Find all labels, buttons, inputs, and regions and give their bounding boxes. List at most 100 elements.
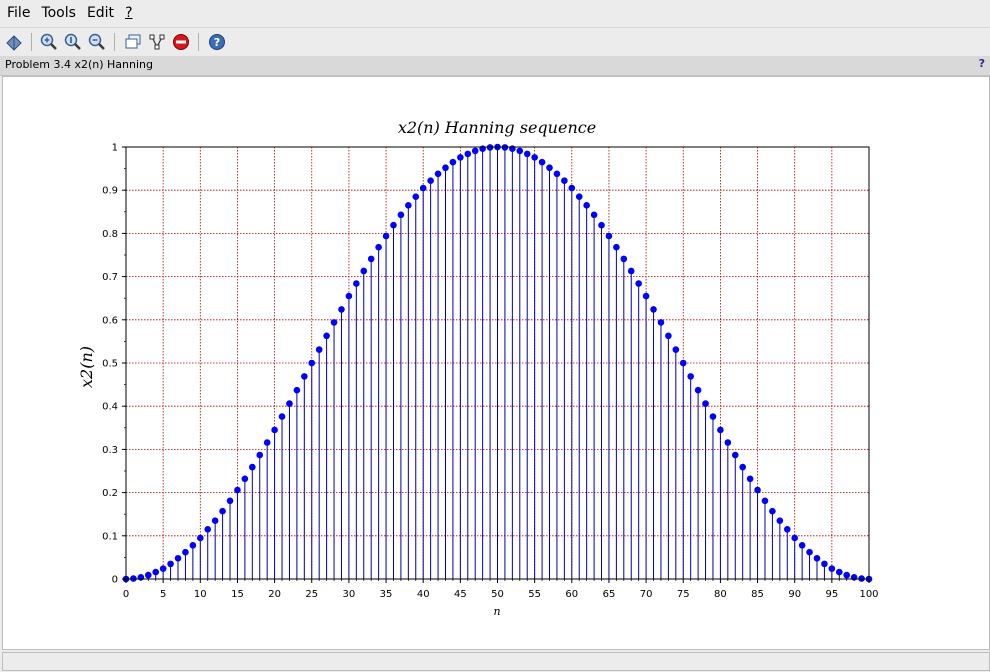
datatip-icon[interactable] xyxy=(122,31,144,53)
stem-marker xyxy=(449,158,457,166)
y-tick-label: 0.6 xyxy=(102,315,118,326)
x-tick-label: 20 xyxy=(268,589,281,600)
x-tick-label: 5 xyxy=(160,589,166,600)
stem-marker xyxy=(197,534,204,542)
stem-marker xyxy=(613,243,620,251)
stem-marker xyxy=(746,475,754,483)
rotate-icon[interactable] xyxy=(3,31,25,53)
x-tick-label: 50 xyxy=(491,589,504,600)
stem-marker xyxy=(405,202,412,209)
figure-title: Problem 3.4 x2(n) Hanning xyxy=(5,58,153,71)
stem-marker xyxy=(717,426,724,434)
stem-marker xyxy=(702,400,709,407)
stem-marker xyxy=(657,319,665,326)
stop-icon[interactable] xyxy=(170,31,192,53)
stem-marker xyxy=(382,232,390,240)
zoom-original-icon[interactable] xyxy=(62,31,84,53)
y-tick-label: 0.4 xyxy=(102,402,118,413)
stem-marker xyxy=(561,177,568,184)
stem-marker xyxy=(828,565,836,572)
stem-marker xyxy=(471,147,479,155)
stem-marker xyxy=(330,319,338,326)
stem-marker xyxy=(605,232,613,240)
stem-marker xyxy=(813,554,821,562)
stem-marker xyxy=(731,451,739,459)
stem-marker xyxy=(234,486,241,494)
info-help-button[interactable]: ? xyxy=(979,57,985,70)
y-tick-label: 0.8 xyxy=(102,229,118,240)
stem-marker xyxy=(301,373,308,380)
help-icon[interactable]: ? xyxy=(206,31,228,53)
toolbar-separator xyxy=(31,33,32,51)
x-tick-label: 25 xyxy=(305,589,318,600)
stem-marker xyxy=(687,373,694,380)
stem-marker xyxy=(650,306,657,313)
stem-marker xyxy=(672,346,680,353)
stem-marker xyxy=(375,243,382,251)
stem-marker xyxy=(769,507,776,515)
y-tick-label: 0.9 xyxy=(102,186,118,197)
y-tick-label: 0.3 xyxy=(102,445,118,456)
stem-marker xyxy=(323,332,330,340)
zoom-in-icon[interactable] xyxy=(38,31,60,53)
menu-tools[interactable]: Tools xyxy=(34,5,76,21)
stem-marker xyxy=(546,164,553,172)
stem-marker xyxy=(479,145,486,153)
menu-help[interactable]: ? xyxy=(118,5,132,21)
stem-marker xyxy=(553,170,561,178)
stem-marker xyxy=(412,193,420,200)
menu-file[interactable]: File xyxy=(0,5,30,21)
x-tick-label: 80 xyxy=(714,589,727,600)
stem-marker xyxy=(390,221,397,229)
stem-marker xyxy=(724,439,732,446)
stem-marker xyxy=(754,486,761,494)
stem-marker xyxy=(256,451,264,459)
zoom-out-icon[interactable] xyxy=(86,31,108,53)
stem-marker xyxy=(635,280,642,287)
stem-marker xyxy=(397,211,405,219)
stem-marker xyxy=(516,147,524,155)
x-tick-label: 15 xyxy=(231,589,244,600)
stem-marker xyxy=(642,292,650,300)
stem-marker xyxy=(791,534,798,542)
toolbar-separator xyxy=(198,33,199,51)
plot-canvas[interactable]: 0 5 10 15 20 25 30 35 40 45 50 55 60 65 70 75 80 85 90 95 10… xyxy=(2,76,990,650)
x-tick-label: 100 xyxy=(859,589,878,600)
graph-icon[interactable] xyxy=(146,31,168,53)
stem-marker xyxy=(575,193,583,200)
figure-info-bar: Problem 3.4 x2(n) Hanning ? xyxy=(0,56,990,76)
svg-text:?: ? xyxy=(214,36,220,49)
x-tick-label: 40 xyxy=(417,589,430,600)
x-tick-label: 90 xyxy=(788,589,801,600)
x-tick-label: 55 xyxy=(528,589,541,600)
menu-bar: File Tools Edit ? xyxy=(0,0,990,26)
x-tick-label: 35 xyxy=(380,589,393,600)
x-tick-label: 10 xyxy=(194,589,207,600)
stem-marker xyxy=(806,548,813,556)
chart-svg: 0 5 10 15 20 25 30 35 40 45 50 55 60 65 70 75 80 85 90 95 10… xyxy=(77,118,879,618)
stem-marker xyxy=(798,542,806,549)
y-tick-label: 0.5 xyxy=(102,359,118,370)
stem-marker xyxy=(315,346,323,353)
stem-marker xyxy=(590,211,598,219)
stem-marker xyxy=(442,164,449,172)
stem-marker xyxy=(523,150,531,158)
stem-marker xyxy=(709,413,717,420)
y-tick-label: 1 xyxy=(112,143,118,154)
y-tick-label: 0.1 xyxy=(102,531,118,542)
stem-marker xyxy=(345,292,353,300)
stem-marker xyxy=(152,568,160,576)
stem-marker xyxy=(419,184,427,192)
stem-marker xyxy=(783,526,791,533)
x-axis-label: n xyxy=(493,605,500,618)
stem-marker xyxy=(174,554,182,562)
toolbar: ? xyxy=(0,27,990,57)
stem-marker xyxy=(159,565,167,572)
menu-edit[interactable]: Edit xyxy=(80,5,114,21)
stem-marker xyxy=(249,463,256,471)
stem-marker xyxy=(360,267,368,275)
stem-marker xyxy=(457,154,464,161)
stem-marker xyxy=(843,571,851,579)
stem-marker xyxy=(627,267,635,275)
x-tick-label: 30 xyxy=(343,589,356,600)
